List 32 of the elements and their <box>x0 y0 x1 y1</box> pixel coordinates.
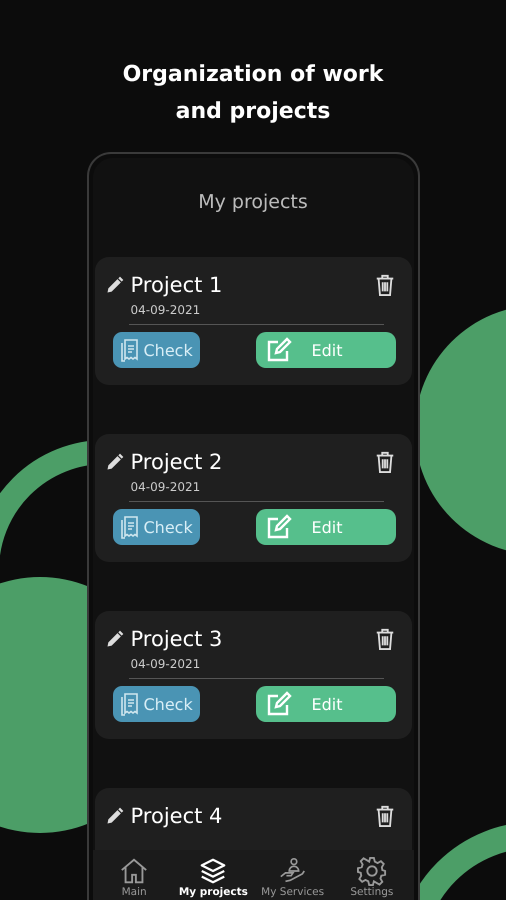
pencil-icon <box>104 806 124 826</box>
nav-tab[interactable]: My projects <box>174 850 253 900</box>
edit-icon <box>266 514 292 540</box>
house-icon <box>119 856 150 886</box>
receipt-icon <box>120 692 140 716</box>
project-title: Project 3 <box>130 627 224 651</box>
nav-tab[interactable]: My Services <box>253 850 332 900</box>
pencil-icon <box>104 629 124 649</box>
receipt-icon <box>120 515 140 539</box>
receipt-icon <box>120 338 140 362</box>
project-date: 04-09-2021 <box>130 303 202 317</box>
check-button[interactable]: Check <box>112 686 200 722</box>
project-title: Project 1 <box>130 273 224 297</box>
settings-icon <box>356 856 387 886</box>
project-title: Project 2 <box>130 450 224 474</box>
project-title: Project 4 <box>130 804 224 828</box>
project-date: 04-09-2021 <box>130 480 202 494</box>
nav-tab[interactable]: Settings <box>332 850 412 900</box>
edit-icon <box>266 691 292 717</box>
check-button[interactable]: Check <box>112 509 200 545</box>
edit-icon <box>266 337 292 363</box>
check-button[interactable]: Check <box>112 332 200 368</box>
nav-tab[interactable]: Main <box>94 850 174 900</box>
headline: Organization of work and projects <box>122 61 384 126</box>
edit-button[interactable]: Edit <box>256 686 396 722</box>
layers-icon <box>198 856 228 886</box>
edit-button[interactable]: Edit <box>256 509 396 545</box>
project-date: 04-09-2021 <box>130 657 202 671</box>
edit-button[interactable]: Edit <box>256 332 396 368</box>
pencil-icon <box>104 275 124 295</box>
screen-title: My projects <box>197 191 309 213</box>
pencil-icon <box>104 452 124 472</box>
